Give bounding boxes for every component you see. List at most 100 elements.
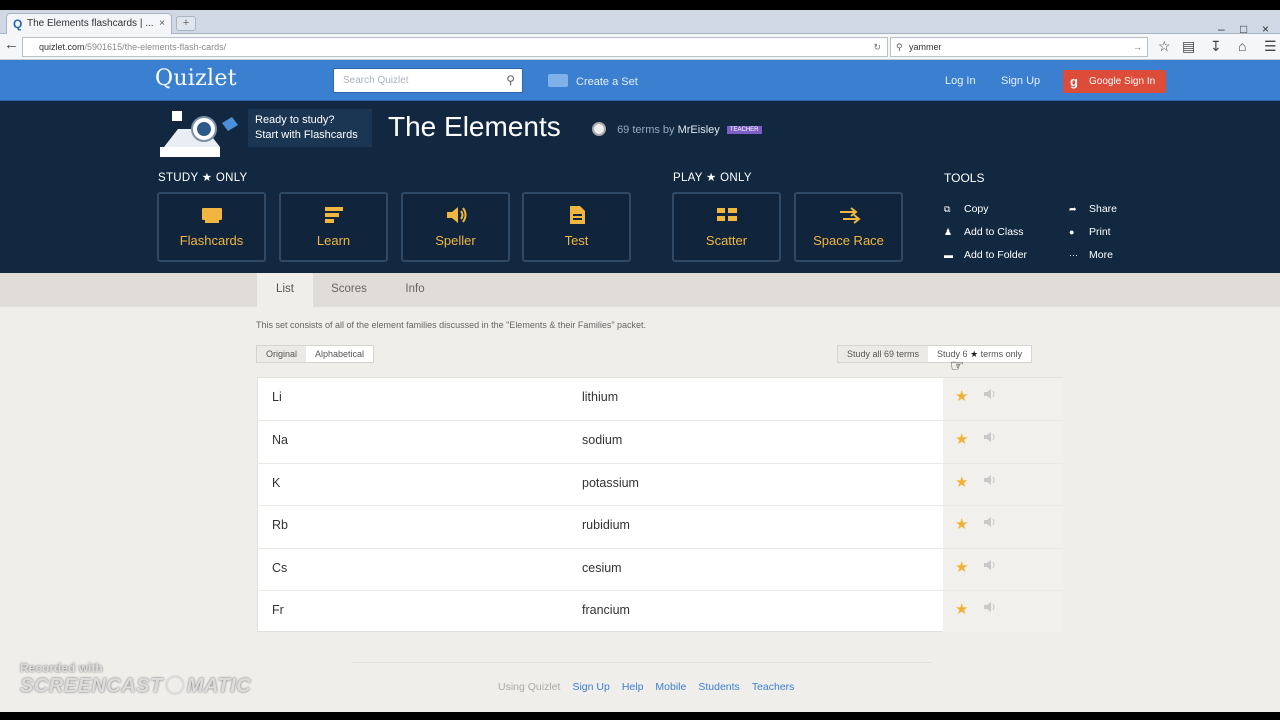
flashcards-icon (159, 205, 264, 225)
test-button[interactable]: Test (522, 192, 631, 262)
copy-tool[interactable]: ⧉ Copy (944, 203, 989, 215)
teacher-badge: TEACHER (726, 126, 762, 134)
study-all-button[interactable]: Study all 69 terms (838, 346, 928, 362)
url-host: quizlet.com (39, 42, 85, 52)
copy-label: Copy (964, 203, 989, 215)
sort-toggle: Original Alphabetical (256, 345, 375, 363)
search-go-icon[interactable]: → (1133, 38, 1142, 56)
study-prompt-line2: Start with Flashcards (255, 129, 358, 141)
footer-students-link[interactable]: Students (698, 681, 739, 693)
create-set-link[interactable]: Create a Set (548, 74, 638, 88)
star-icon[interactable]: ★ (955, 387, 968, 405)
definition-text: rubidium (582, 518, 630, 532)
star-icon[interactable]: ★ (955, 430, 968, 448)
search-icon[interactable]: ⚲ (506, 69, 515, 92)
speaker-icon[interactable] (983, 430, 997, 444)
star-icon[interactable]: ★ (955, 473, 968, 491)
astronaut-icon[interactable] (158, 107, 244, 159)
star-icon[interactable]: ★ (955, 600, 968, 618)
speaker-icon[interactable] (983, 473, 997, 487)
google-sign-in-label: Google Sign In (1089, 76, 1156, 87)
bookmark-star-icon[interactable]: ☆ (1158, 38, 1171, 55)
sort-alphabetical-button[interactable]: Alphabetical (306, 346, 373, 362)
sort-original-button[interactable]: Original (257, 346, 307, 362)
more-label: More (1089, 249, 1113, 261)
login-link[interactable]: Log In (945, 75, 976, 87)
speller-label: Speller (435, 233, 476, 248)
speller-button[interactable]: Speller (401, 192, 510, 262)
clipboard-icon[interactable]: ▤ (1182, 38, 1195, 55)
download-icon[interactable]: ↧ (1210, 38, 1222, 55)
add-to-folder-tool[interactable]: ▬ Add to Folder (944, 249, 1027, 261)
term-text: Na (272, 433, 288, 447)
speller-icon (403, 205, 508, 225)
signup-link[interactable]: Sign Up (1001, 75, 1040, 87)
site-search-input[interactable]: Search Quizlet ⚲ (333, 68, 523, 93)
term-row: Na sodium ★ (258, 420, 1063, 463)
browser-tab[interactable]: Q The Elements flashcards | ... × (6, 13, 172, 34)
flashcards-button[interactable]: Flashcards (157, 192, 266, 262)
study-starred-button[interactable]: Study 6 ★ terms only (928, 346, 1032, 362)
copy-icon: ⧉ (944, 204, 951, 214)
footer-sign-up-link[interactable]: Sign Up (572, 681, 609, 693)
study-prompt-bubble[interactable]: Ready to study? Start with Flashcards (248, 109, 372, 147)
scatter-label: Scatter (705, 233, 748, 248)
home-icon[interactable]: ⌂ (1238, 38, 1246, 54)
site-search-placeholder: Search Quizlet (343, 75, 409, 86)
set-hero: Ready to study? Start with Flashcards Th… (0, 101, 1280, 273)
footer-mobile-link[interactable]: Mobile (655, 681, 686, 693)
author-link[interactable]: MrEisley (678, 124, 720, 136)
footer-help-link[interactable]: Help (622, 681, 644, 693)
new-tab-button[interactable]: + (176, 16, 196, 31)
flashcards-label: Flashcards (179, 233, 244, 248)
share-tool[interactable]: ➦ Share (1069, 203, 1117, 215)
footer-using-quizlet: Using Quizlet (498, 681, 561, 693)
share-icon: ➦ (1069, 204, 1077, 214)
footer-teachers-link[interactable]: Teachers (752, 681, 795, 693)
site-header: Quizlet Search Quizlet ⚲ Create a Set Lo… (0, 60, 1280, 101)
address-bar[interactable]: quizlet.com/5901615/the-elements-flash-c… (22, 37, 888, 57)
back-arrow-icon[interactable]: ← (4, 36, 19, 53)
class-icon: ♟ (944, 227, 953, 237)
quizlet-logo[interactable]: Quizlet (155, 66, 237, 91)
definition-text: francium (582, 603, 630, 617)
browser-search-field[interactable]: ⚲ yammer → (890, 37, 1148, 57)
space-race-icon (796, 205, 901, 225)
term-row: Rb rubidium ★ (258, 505, 1063, 548)
terms-list: Li lithium ★ Na sodium ★ K potassium ★ R… (257, 377, 1063, 633)
star-icon[interactable]: ★ (955, 558, 968, 576)
tab-list[interactable]: List (257, 273, 313, 307)
scatter-button[interactable]: Scatter (672, 192, 781, 262)
term-text: Cs (272, 561, 288, 575)
print-icon: ● (1069, 227, 1075, 237)
speaker-icon[interactable] (983, 600, 997, 614)
watermark-line1: Recorded with (20, 661, 103, 675)
footer-divider (352, 662, 932, 663)
speaker-icon[interactable] (983, 515, 997, 529)
watermark-line3: MATIC (186, 675, 252, 697)
definition-text: lithium (582, 390, 619, 404)
term-text: Fr (272, 603, 284, 617)
menu-icon[interactable]: ☰ (1264, 38, 1277, 55)
tab-close-icon[interactable]: × (159, 14, 165, 34)
mouse-cursor-icon: ☞ (950, 358, 965, 375)
set-meta: 69 terms by MrEisley TEACHER (592, 122, 762, 136)
folder-icon: ▬ (944, 250, 953, 260)
reload-icon[interactable]: ↻ (873, 38, 881, 56)
learn-button[interactable]: Learn (279, 192, 388, 262)
more-tool[interactable]: ⋯ More (1069, 249, 1113, 261)
space-race-button[interactable]: Space Race (794, 192, 903, 262)
terms-count: 69 terms by (617, 124, 675, 136)
tab-scores[interactable]: Scores (318, 273, 380, 307)
star-icon[interactable]: ★ (955, 515, 968, 533)
add-to-class-tool[interactable]: ♟ Add to Class (944, 226, 1024, 238)
speaker-icon[interactable] (983, 387, 997, 401)
author-avatar[interactable] (592, 122, 606, 136)
tab-info[interactable]: Info (388, 273, 442, 307)
learn-label: Learn (316, 233, 351, 248)
more-icon: ⋯ (1069, 250, 1078, 260)
speaker-icon[interactable] (983, 558, 997, 572)
create-set-label: Create a Set (576, 76, 638, 88)
google-sign-in-button[interactable]: g Google Sign In (1063, 70, 1166, 93)
print-tool[interactable]: ● Print (1069, 226, 1111, 238)
